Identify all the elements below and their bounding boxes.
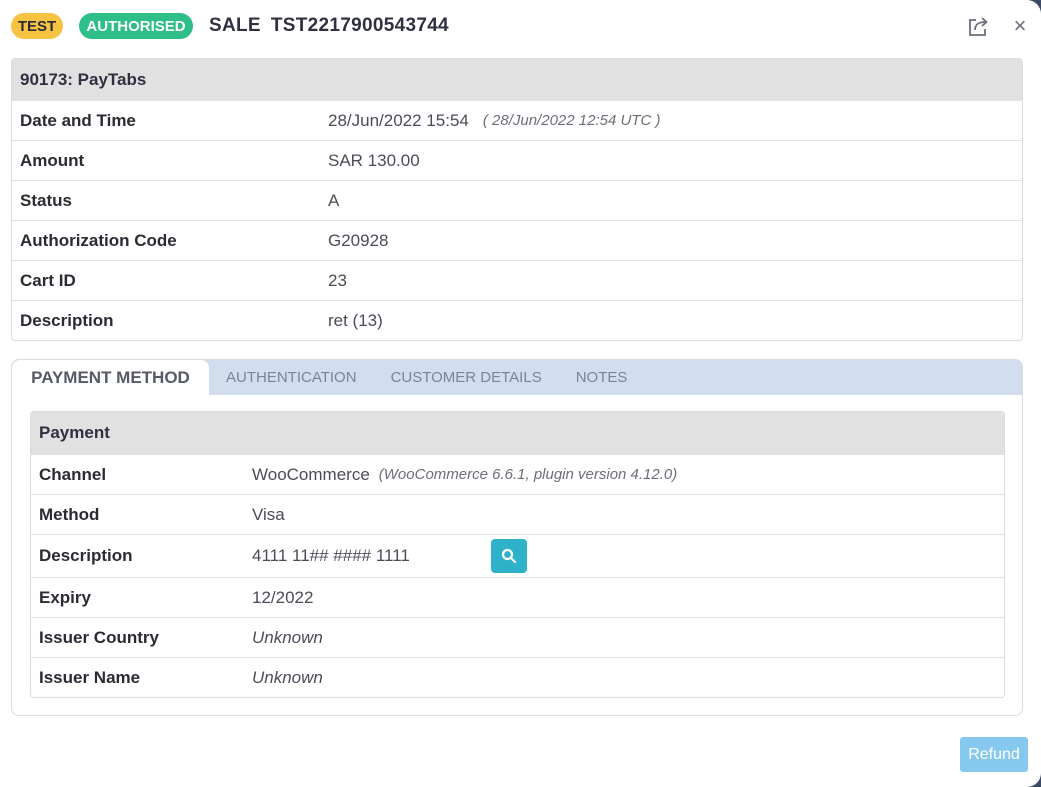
transaction-type: SALE bbox=[209, 15, 261, 36]
row-value: SAR 130.00 bbox=[328, 150, 420, 170]
row-label: Amount bbox=[20, 150, 85, 170]
row-label: Issuer Name bbox=[39, 667, 141, 687]
table-row: Amount SAR 130.00 bbox=[12, 140, 1022, 180]
row-value: G20928 bbox=[328, 230, 389, 250]
card-number-value: 4111 11## #### 1111 bbox=[252, 546, 410, 565]
row-label: Description bbox=[39, 546, 133, 565]
page-title: SALE TST2217900543744 bbox=[209, 15, 459, 37]
table-row: Date and Time 28/Jun/2022 15:54 ( 28/Jun… bbox=[12, 100, 1022, 140]
row-label: Expiry bbox=[39, 587, 91, 607]
row-label: Method bbox=[39, 504, 100, 524]
table-row: Description ret (13) bbox=[12, 300, 1022, 340]
row-label: Cart ID bbox=[20, 270, 76, 290]
row-value: A bbox=[328, 190, 340, 210]
transaction-reference: TST2217900543744 bbox=[270, 15, 449, 36]
row-label: Channel bbox=[39, 464, 107, 484]
modal-header: TEST AUTHORISED SALE TST2217900543744 × bbox=[11, 12, 1029, 40]
row-label: Status bbox=[20, 190, 72, 210]
expiry-value: 12/2022 bbox=[252, 587, 314, 607]
tab-customer-details[interactable]: CUSTOMER DETAILS bbox=[374, 360, 559, 395]
table-row: Authorization Code G20928 bbox=[12, 220, 1022, 260]
table-row: Description 4111 11## #### 1111 bbox=[31, 534, 1004, 577]
issuer-country-value: Unknown bbox=[252, 627, 323, 647]
issuer-name-value: Unknown bbox=[252, 667, 323, 687]
merchant-details-table: 90173: PayTabs Date and Time 28/Jun/2022… bbox=[11, 58, 1023, 341]
row-label: Description bbox=[20, 310, 114, 330]
test-badge: TEST bbox=[11, 13, 63, 39]
tab-payment-method[interactable]: PAYMENT METHOD bbox=[12, 360, 209, 395]
table-row: Cart ID 23 bbox=[12, 260, 1022, 300]
tab-notes[interactable]: NOTES bbox=[559, 360, 645, 395]
table-row: Issuer Country Unknown bbox=[31, 617, 1004, 657]
row-value: 28/Jun/2022 15:54 bbox=[328, 110, 469, 130]
table-row: Method Visa bbox=[31, 494, 1004, 534]
row-value: ret (13) bbox=[328, 310, 383, 330]
table-row: Issuer Name Unknown bbox=[31, 657, 1004, 697]
status-badge: AUTHORISED bbox=[79, 13, 193, 39]
refund-button[interactable]: Refund bbox=[960, 737, 1028, 772]
table-row: Expiry 12/2022 bbox=[31, 577, 1004, 617]
row-label: Authorization Code bbox=[20, 230, 177, 250]
table-row: Channel WooCommerce (WooCommerce 6.6.1, … bbox=[31, 454, 1004, 494]
transaction-modal: TEST AUTHORISED SALE TST2217900543744 × 9… bbox=[0, 0, 1041, 787]
row-label: Issuer Country bbox=[39, 627, 159, 647]
channel-value: WooCommerce bbox=[252, 464, 370, 484]
row-value: 23 bbox=[328, 270, 347, 290]
method-value: Visa bbox=[252, 504, 285, 524]
channel-version-note: (WooCommerce 6.6.1, plugin version 4.12.… bbox=[378, 466, 678, 483]
header-actions: × bbox=[965, 12, 1029, 40]
details-tabs: PAYMENT METHOD AUTHENTICATION CUSTOMER D… bbox=[11, 359, 1023, 716]
search-icon[interactable] bbox=[491, 539, 527, 573]
close-icon[interactable]: × bbox=[1011, 12, 1029, 40]
row-label: Date and Time bbox=[20, 110, 136, 130]
share-icon[interactable] bbox=[965, 12, 993, 40]
utc-time-note: ( 28/Jun/2022 12:54 UTC ) bbox=[482, 112, 661, 129]
payment-title: Payment bbox=[31, 412, 1004, 454]
tab-bar: PAYMENT METHOD AUTHENTICATION CUSTOMER D… bbox=[12, 360, 1022, 395]
table-row: Status A bbox=[12, 180, 1022, 220]
merchant-title: 90173: PayTabs bbox=[12, 59, 1022, 100]
payment-table: Payment Channel WooCommerce (WooCommerce… bbox=[30, 411, 1005, 698]
tab-authentication[interactable]: AUTHENTICATION bbox=[209, 360, 374, 395]
